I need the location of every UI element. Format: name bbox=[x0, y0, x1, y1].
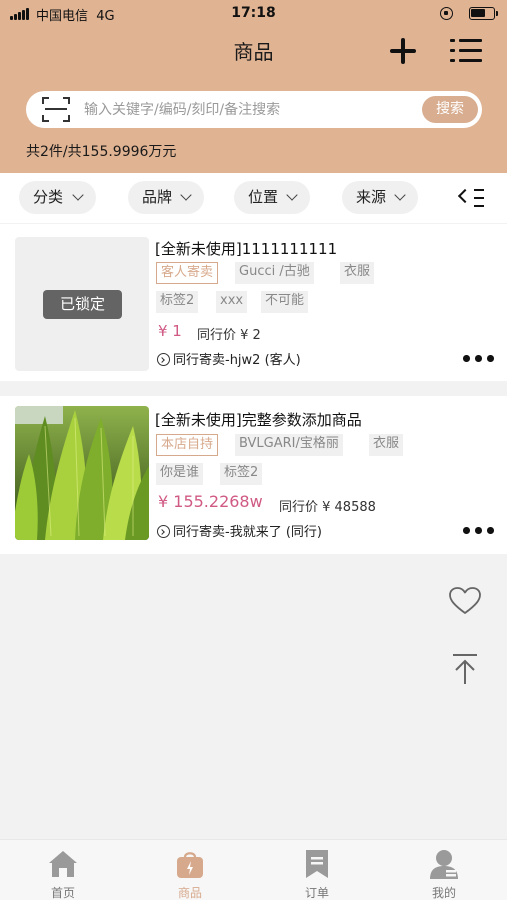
tab-products[interactable]: 商品 bbox=[127, 840, 253, 900]
tab-label: 订单 bbox=[304, 886, 329, 900]
tag-brand: Gucci /古驰 bbox=[235, 262, 314, 284]
bookmark-icon bbox=[301, 848, 333, 880]
tab-label: 商品 bbox=[177, 886, 202, 900]
page-title: 商品 bbox=[233, 40, 274, 64]
product-card[interactable]: [全新未使用]完整参数添加商品 本店自持 BVLGARI/宝格丽 衣服 你是谁 … bbox=[0, 396, 507, 554]
tag-category: 衣服 bbox=[369, 434, 404, 456]
tag-ownership: 客人寄卖 bbox=[156, 262, 219, 284]
filter-source[interactable]: 来源 bbox=[342, 181, 418, 214]
tab-mine[interactable]: 我的 bbox=[381, 840, 507, 900]
tag-ownership: 本店自持 bbox=[156, 434, 219, 456]
product-image bbox=[15, 406, 149, 540]
chevron-down-icon bbox=[180, 189, 192, 201]
list-menu-button[interactable] bbox=[450, 38, 482, 64]
rotation-lock-icon bbox=[440, 7, 453, 20]
filter-location[interactable]: 位置 bbox=[234, 181, 310, 214]
more-options-button[interactable] bbox=[463, 355, 495, 363]
search-input[interactable] bbox=[84, 99, 384, 121]
home-icon bbox=[47, 848, 79, 880]
arrow-circle-icon bbox=[157, 525, 170, 538]
chevron-down-icon bbox=[72, 189, 84, 201]
product-source: 同行寄卖-hjw2 (客人) bbox=[157, 349, 301, 368]
bag-icon bbox=[174, 848, 206, 880]
filter-bar: 分类 品牌 位置 来源 bbox=[0, 173, 507, 223]
product-title: [全新未使用]1111111111 bbox=[155, 240, 338, 258]
filter-category[interactable]: 分类 bbox=[19, 181, 96, 214]
scan-icon[interactable] bbox=[42, 97, 70, 122]
product-thumbnail: 已锁定 bbox=[15, 237, 149, 371]
heart-icon[interactable] bbox=[448, 586, 482, 616]
inventory-summary: 共2件/共155.9996万元 bbox=[26, 144, 177, 160]
user-icon bbox=[428, 848, 460, 880]
more-options-button[interactable] bbox=[463, 527, 495, 535]
plant-photo bbox=[15, 406, 149, 540]
chevron-down-icon bbox=[394, 189, 406, 201]
battery-icon bbox=[469, 7, 498, 20]
tag-label: 不可能 bbox=[261, 291, 309, 313]
tag-brand: BVLGARI/宝格丽 bbox=[235, 434, 343, 456]
back-to-top-icon[interactable] bbox=[450, 652, 480, 686]
status-bar: 中国电信 4G 17:18 bbox=[0, 0, 507, 28]
product-title: [全新未使用]完整参数添加商品 bbox=[155, 411, 362, 429]
arrow-circle-icon bbox=[157, 353, 170, 366]
tag-label: 标签2 bbox=[220, 463, 263, 485]
tab-orders[interactable]: 订单 bbox=[254, 840, 380, 900]
tag-label: 你是谁 bbox=[156, 463, 204, 485]
header: 中国电信 4G 17:18 商品 搜索 共2件/共155.9996万元 bbox=[0, 0, 507, 173]
peer-price: 同行价 ¥ 2 bbox=[197, 328, 261, 343]
clock: 17:18 bbox=[231, 5, 276, 21]
tab-label: 首页 bbox=[50, 886, 75, 900]
tag-label: xxx bbox=[216, 291, 248, 313]
search-button[interactable]: 搜索 bbox=[422, 96, 478, 123]
product-source: 同行寄卖-我就来了 (同行) bbox=[157, 521, 322, 540]
collapse-menu-icon[interactable] bbox=[457, 187, 484, 209]
bottom-tab-bar: 首页 商品 订单 我的 bbox=[0, 839, 507, 900]
tab-home[interactable]: 首页 bbox=[0, 840, 126, 900]
locked-badge: 已锁定 bbox=[43, 290, 122, 319]
tab-label: 我的 bbox=[431, 886, 456, 900]
peer-price: 同行价 ¥ 48588 bbox=[279, 500, 376, 515]
chevron-down-icon bbox=[286, 189, 298, 201]
search-bar: 搜索 bbox=[26, 91, 482, 128]
product-card[interactable]: 已锁定 [全新未使用]1111111111 客人寄卖 Gucci /古驰 衣服 … bbox=[0, 224, 507, 381]
tag-category: 衣服 bbox=[340, 262, 375, 284]
product-price: ¥ 155.2268w bbox=[158, 492, 263, 511]
add-product-button[interactable] bbox=[388, 36, 418, 66]
tag-label: 标签2 bbox=[156, 291, 199, 313]
product-price: ¥ 1 bbox=[158, 322, 182, 340]
filter-brand[interactable]: 品牌 bbox=[128, 181, 204, 214]
